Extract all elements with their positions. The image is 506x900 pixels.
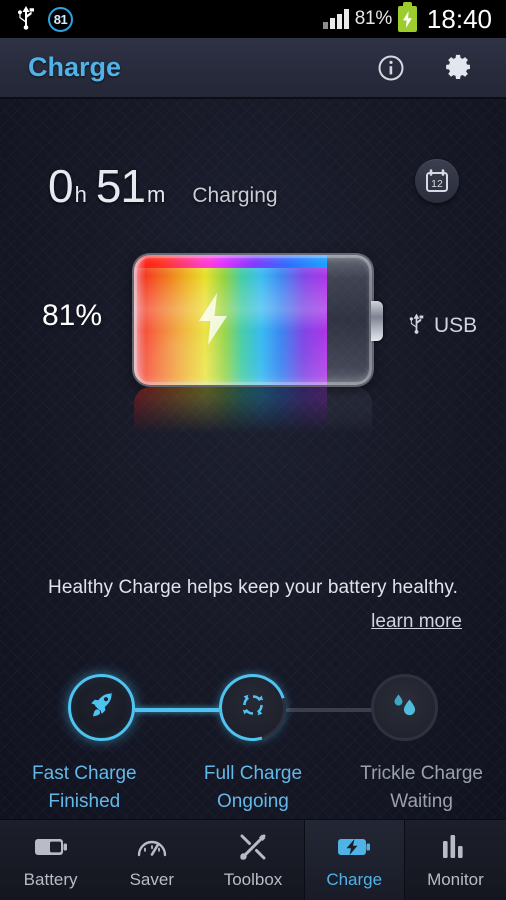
rocket-icon xyxy=(87,690,117,725)
bar-chart-icon xyxy=(441,832,469,862)
stage-node-fast-charge[interactable] xyxy=(68,674,135,741)
stage-labels: Fast Charge Finished Full Charge Ongoing… xyxy=(0,760,506,816)
nav-label-battery: Battery xyxy=(23,869,78,889)
nav-label-saver: Saver xyxy=(129,869,175,889)
stage-label-fast-charge: Fast Charge Finished xyxy=(0,760,169,816)
tools-icon xyxy=(238,832,268,862)
battery-graphic: 81% USB xyxy=(0,249,506,439)
status-bar-right: 81% 18:40 xyxy=(322,2,506,35)
charge-minutes-unit: m xyxy=(147,182,166,207)
battery-icon xyxy=(34,832,68,862)
charge-remaining-time: 0 h 51 m Charging xyxy=(48,159,278,213)
bottom-nav: Battery Saver Toolbox Charge Monitor xyxy=(0,819,506,900)
stage-title-fast-charge: Fast Charge xyxy=(32,763,137,784)
charge-minutes: 51 xyxy=(95,160,146,212)
main-content: 0 h 51 m Charging 12 81% USB Healthy Cha… xyxy=(0,99,506,819)
charge-source: USB xyxy=(408,311,477,341)
battery-reflection xyxy=(134,387,372,433)
app-screen: 81 81% 18:40 Charge 0 h 51 m Charging 12… xyxy=(0,0,506,900)
lightning-bolt-icon xyxy=(196,293,230,350)
battery-fill-highlight xyxy=(134,255,327,268)
stage-connector-done xyxy=(134,708,222,712)
battery-body xyxy=(134,255,372,385)
page-title: Charge xyxy=(28,52,122,82)
status-bar-left: 81 xyxy=(0,4,73,35)
nav-label-charge: Charge xyxy=(326,869,383,889)
stage-title-full-charge: Full Charge xyxy=(203,763,303,784)
stage-status-trickle-charge: Waiting xyxy=(390,791,453,812)
stage-title-trickle-charge: Trickle Charge xyxy=(360,763,484,784)
stage-label-trickle-charge: Trickle Charge Waiting xyxy=(337,760,506,816)
stage-connector-pending xyxy=(286,708,374,712)
stage-node-trickle-charge[interactable] xyxy=(371,674,438,741)
charge-stages: Fast Charge Finished Full Charge Ongoing… xyxy=(0,674,506,812)
header-actions xyxy=(374,51,506,85)
battery-charging-icon xyxy=(397,2,417,32)
usb-icon xyxy=(16,4,36,35)
nav-item-monitor[interactable]: Monitor xyxy=(405,820,506,900)
stage-status-fast-charge: Finished xyxy=(48,791,121,812)
calendar-icon[interactable]: 12 xyxy=(415,159,459,203)
charge-time-row: 0 h 51 m Charging 12 xyxy=(0,159,506,223)
charge-icon xyxy=(337,832,371,862)
charge-state-label: Charging xyxy=(192,184,278,207)
battery-terminal xyxy=(371,301,383,341)
usb-icon xyxy=(408,311,425,341)
battery-percent-label: 81% xyxy=(42,299,103,332)
stage-status-full-charge: Ongoing xyxy=(217,791,289,812)
nav-label-monitor: Monitor xyxy=(427,869,484,889)
calendar-day-text: 12 xyxy=(431,178,443,190)
healthy-charge-message: Healthy Charge helps keep your battery h… xyxy=(48,577,458,598)
nav-item-toolbox[interactable]: Toolbox xyxy=(202,820,303,900)
battery-fill xyxy=(134,255,327,385)
nav-item-charge[interactable]: Charge xyxy=(303,820,405,900)
charge-source-label: USB xyxy=(434,314,478,337)
stage-node-full-charge[interactable] xyxy=(219,674,286,741)
charge-hours: 0 xyxy=(48,160,74,212)
nav-item-battery[interactable]: Battery xyxy=(0,820,101,900)
learn-more-link[interactable]: learn more xyxy=(371,611,462,633)
signal-bars-icon xyxy=(322,9,349,29)
nav-label-toolbox: Toolbox xyxy=(223,869,283,889)
status-battery-percent: 81% xyxy=(354,8,392,29)
gear-icon[interactable] xyxy=(442,51,476,85)
notification-badge: 81 xyxy=(48,6,73,32)
charge-hours-unit: h xyxy=(74,182,87,207)
droplet-icon xyxy=(388,689,422,726)
status-clock: 18:40 xyxy=(426,3,492,34)
status-bar: 81 81% 18:40 xyxy=(0,0,506,38)
app-header: Charge xyxy=(0,38,506,99)
refresh-icon xyxy=(237,689,269,726)
info-icon[interactable] xyxy=(374,51,408,85)
gauge-icon xyxy=(136,832,168,862)
nav-item-saver[interactable]: Saver xyxy=(101,820,202,900)
stage-label-full-charge: Full Charge Ongoing xyxy=(169,760,338,816)
